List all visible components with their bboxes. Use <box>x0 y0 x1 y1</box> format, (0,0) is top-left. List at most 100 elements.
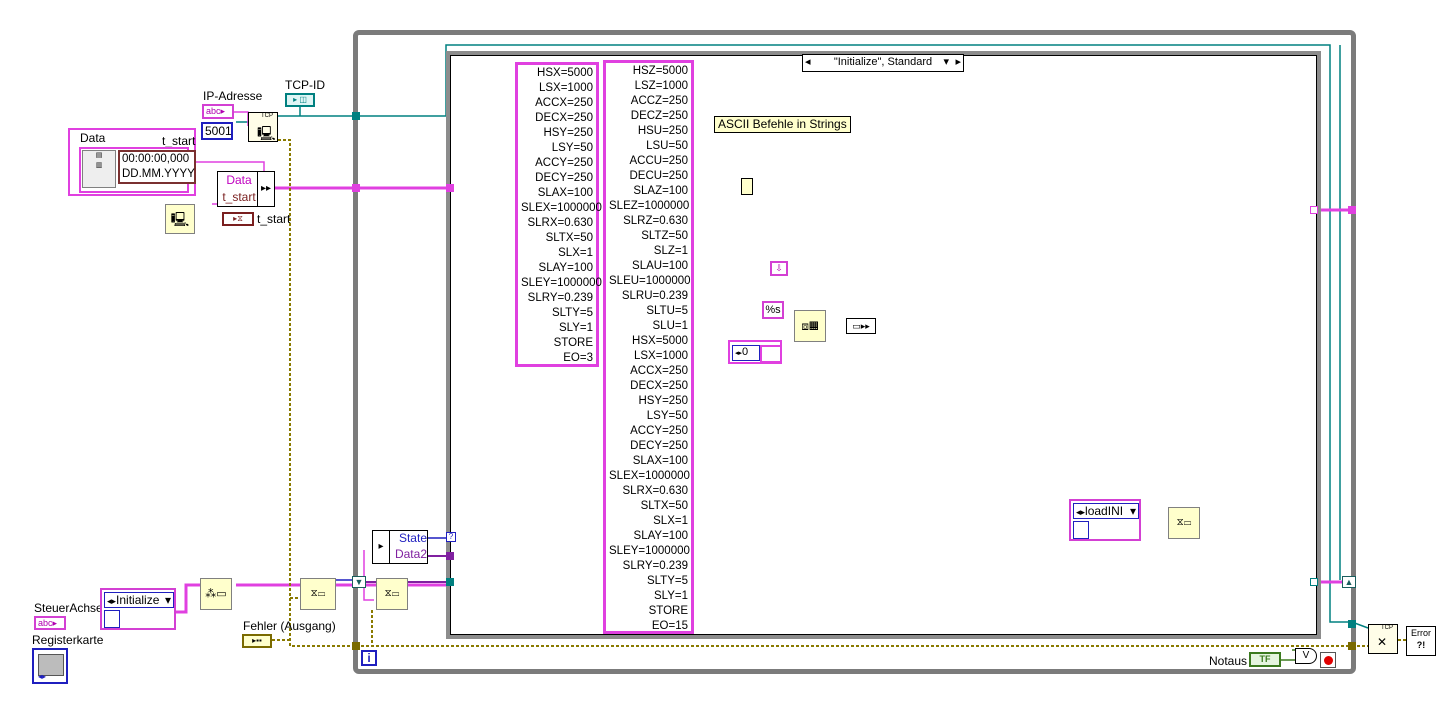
bundle-t-start-terminal: t_start <box>222 190 256 204</box>
unbundle-state-terminal: State <box>398 531 427 545</box>
string-line: DECY=250 <box>630 440 688 452</box>
initialize-enum-constant[interactable]: ◂▸Initialize ▾ <box>100 588 176 630</box>
enqueue-element-vi[interactable]: ⧖▭ <box>300 578 336 610</box>
zero-array-constant[interactable]: ◂▸0 <box>728 340 782 364</box>
case-next-icon[interactable]: ▸ <box>955 55 961 69</box>
initialize-enum-value: Initialize <box>116 593 160 607</box>
array-to-spreadsheet-string-vi[interactable]: ⧈▦ <box>794 310 826 342</box>
t-start-element-label: t_start <box>162 134 196 148</box>
string-line: ACCU=250 <box>629 155 689 167</box>
string-line: SLRY=0.239 <box>527 292 593 304</box>
case-selector-label: "Initialize", Standard <box>833 56 933 68</box>
shift-register-left-icon: ▼ <box>352 576 366 588</box>
string-line: LSX=1000 <box>538 82 593 94</box>
string-constant-axes-xy[interactable]: HSX=5000 LSX=1000 ACCX=250 DECX=250 HSY=250 L… <box>515 62 602 367</box>
string-line: SLY=1 <box>654 590 688 602</box>
string-line: SLRY=0.239 <box>622 560 688 572</box>
data-file-icon: ▤ ▥ <box>82 150 116 188</box>
loadini-enum-selector[interactable]: ◂▸loadINI ▾ <box>1073 503 1139 519</box>
string-line: SLAY=100 <box>538 262 593 274</box>
or-function[interactable]: V <box>1295 648 1317 664</box>
state-tunnel-marker: ? <box>446 532 456 542</box>
delimiter-constant[interactable]: ⇩ <box>770 261 788 276</box>
unbundle-by-name-node[interactable]: ▸ State Data2 <box>372 530 428 564</box>
string-line: ACCX=250 <box>630 365 688 377</box>
string-line: DECX=250 <box>535 112 593 124</box>
bundle-data-terminal: Data <box>226 173 252 187</box>
string-line: SLZ=1 <box>653 245 688 257</box>
data-cluster-label: Data <box>80 131 106 145</box>
string-line: HSY=250 <box>638 395 688 407</box>
error-vi-icon: ?! <box>1416 640 1426 650</box>
t-start-timestamp[interactable]: 00:00:00,000 DD.MM.YYYY <box>118 150 196 184</box>
loop-iteration-terminal: i <box>361 650 377 666</box>
string-line: SLRU=0.239 <box>621 290 688 302</box>
dequeue-element-vi[interactable]: ⧖▭ <box>376 578 408 610</box>
enum-arrows-icon: ◂▸ <box>107 596 117 606</box>
string-line: SLRZ=0.630 <box>623 215 688 227</box>
steuer-achse-indicator[interactable]: abc▸ <box>34 616 66 630</box>
string-constant-axes-zu[interactable]: HSZ=5000 LSZ=1000 ACCZ=250 DECZ=250 HSU=250 L… <box>603 60 694 634</box>
fehler-indicator[interactable]: ▸▪▪ <box>242 634 272 648</box>
string-line: ACCX=250 <box>535 97 593 109</box>
string-line: SLEU=1000000 <box>609 275 691 287</box>
tcp-id-indicator[interactable]: ▸ ◫ <box>285 93 315 107</box>
empty-comment <box>741 178 753 195</box>
error-vi-label: Error <box>1411 628 1431 638</box>
string-line: ACCY=250 <box>630 425 688 437</box>
string-line: SLEY=1000000 <box>521 277 602 289</box>
case-dropdown-icon[interactable]: ▾ <box>943 55 949 69</box>
unbundle-icon: ▸ <box>373 531 390 563</box>
t-start-time: 00:00:00,000 <box>122 153 190 165</box>
tunnel-refnum <box>352 112 360 120</box>
zero-array-element <box>760 345 782 363</box>
string-line: STORE <box>648 605 688 617</box>
registerkarte-label: Registerkarte <box>32 633 104 647</box>
string-line: SLTU=5 <box>646 305 688 317</box>
registerkarte-control[interactable]: ◂▸ <box>32 648 68 684</box>
string-line: LSX=1000 <box>633 350 688 362</box>
zero-index-value: 0 <box>742 346 749 358</box>
tunnel-data-case-out <box>1310 206 1318 214</box>
initialize-enum-selector[interactable]: ◂▸Initialize ▾ <box>104 592 174 608</box>
format-string-value: %s <box>765 304 781 316</box>
case-selector[interactable]: ◂ "Initialize", Standard ▾ ▸ <box>802 54 964 72</box>
obtain-queue-vi[interactable]: ⁂▭ <box>200 578 232 610</box>
string-line: SLTY=5 <box>646 575 688 587</box>
notaus-control[interactable]: TF <box>1249 652 1281 667</box>
format-string-constant[interactable]: %s <box>762 301 784 319</box>
string-line: DECZ=250 <box>630 110 688 122</box>
string-line: DECU=250 <box>629 170 689 182</box>
stop-condition-icon[interactable] <box>1320 652 1336 668</box>
string-line: HSZ=5000 <box>632 65 688 77</box>
string-line: LSZ=1000 <box>634 80 688 92</box>
notaus-tf: TF <box>1259 654 1271 664</box>
case-prev-icon[interactable]: ◂ <box>805 55 811 69</box>
t-start-local[interactable]: ▸⧖ <box>222 212 254 226</box>
loadini-arrows-icon: ◂▸ <box>1076 507 1086 517</box>
simple-error-handler-vi[interactable]: Error ?! <box>1406 626 1436 656</box>
get-datetime-vi[interactable]: 🖳 <box>165 204 195 234</box>
ip-address-constant[interactable]: abc▸ <box>202 104 234 119</box>
string-line: SLTX=50 <box>640 500 688 512</box>
string-line: SLTX=50 <box>545 232 593 244</box>
unbundle-data2-terminal: Data2 <box>394 547 427 561</box>
tcp-close-icon: ✕ <box>1377 635 1388 649</box>
string-line: SLAZ=100 <box>633 185 688 197</box>
port-constant[interactable]: 5001 <box>201 122 233 140</box>
enqueue-loadini-vi[interactable]: ⧖▭ <box>1168 507 1200 539</box>
string-line: SLRX=0.630 <box>622 485 688 497</box>
tcp-close-connection-vi[interactable]: TCP ✕ <box>1368 624 1398 654</box>
loadini-enum-constant[interactable]: ◂▸loadINI ▾ <box>1069 499 1141 541</box>
string-line: SLX=1 <box>653 515 688 527</box>
enum-dropdown-icon: ▾ <box>164 593 171 607</box>
bundle-by-name-node[interactable]: Data t_start ▸▸ <box>217 171 275 207</box>
build-array-node[interactable]: ▭▸▸ <box>846 318 876 334</box>
data-cluster-control[interactable]: Data t_start ▤ ▥ 00:00:00,000 DD.MM.YYYY <box>68 128 196 196</box>
tcp-open-connection-vi[interactable]: TCP 🖳 <box>248 112 278 142</box>
ip-address-constant-label: abc <box>206 106 221 116</box>
shift-register-right-icon: ▲ <box>1342 576 1356 588</box>
tcp-open-vi-label: TCP <box>261 113 273 119</box>
tcp-id-label: TCP-ID <box>285 78 325 92</box>
tcp-open-icon: 🖳 <box>257 125 276 141</box>
